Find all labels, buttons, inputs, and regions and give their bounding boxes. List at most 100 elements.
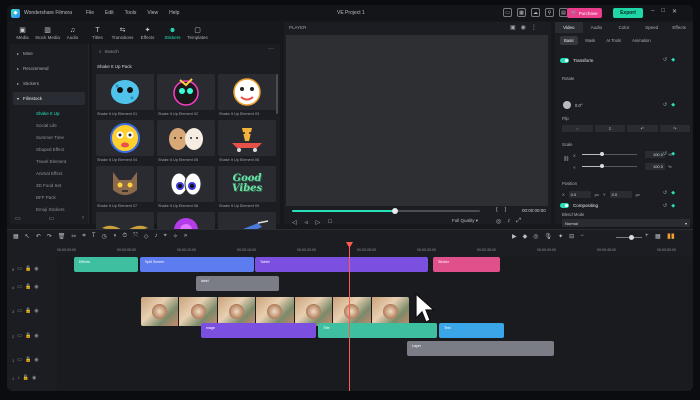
subtab-basic[interactable]: Basic <box>560 36 579 45</box>
playback-scrubber[interactable] <box>292 208 480 214</box>
image-icon[interactable]: ▣ <box>510 24 516 31</box>
scale-y-input[interactable]: 100.0 <box>645 163 665 170</box>
text-icon[interactable]: T <box>92 233 96 240</box>
scrubber-handle[interactable] <box>392 208 399 214</box>
timeline-clip[interactable]: Effects <box>74 257 138 272</box>
link-icon[interactable]: ⛓ <box>563 156 569 162</box>
preview-canvas[interactable] <box>286 35 548 206</box>
rotate-value[interactable]: 0.0° <box>575 103 583 108</box>
eye-icon[interactable]: ◉ <box>32 375 36 381</box>
sticker-item[interactable]: Good Vibes Shake It Up Element 09 <box>218 166 276 212</box>
mic-icon[interactable]: 🎙 <box>545 233 553 240</box>
tab-media[interactable]: ▣ Media <box>10 22 35 42</box>
sidebar-subitem-shake-it-up[interactable]: Shake It Up <box>10 107 88 119</box>
export-button[interactable]: Export <box>613 8 643 18</box>
reset-icon[interactable]: ↺ <box>663 57 667 63</box>
sidebar-subitem-animal-effect[interactable]: Animal Effect <box>10 167 88 179</box>
video-clip[interactable] <box>141 297 409 326</box>
eye-icon[interactable]: ◉ <box>34 284 38 290</box>
collapse-icon[interactable]: ‹ <box>82 215 84 221</box>
duration-icon[interactable]: ⏱ <box>122 233 127 240</box>
delete-icon[interactable]: 🗑 <box>58 233 66 240</box>
timeline-clip[interactable]: mage <box>201 323 316 338</box>
sidebar-item-recommend[interactable]: ▸ Recommend <box>13 62 85 75</box>
transform-toggle[interactable] <box>560 58 569 63</box>
reset-icon[interactable]: ↺ <box>663 102 667 108</box>
time-ruler[interactable]: 00:00:00:00 00:00:05:00 00:00:10:00 00:00:1… <box>57 245 693 255</box>
sidebar-subitem-bff-pack[interactable]: BFF Pack <box>10 191 88 203</box>
notification-icon[interactable]: ⚲ <box>545 8 554 17</box>
search-input[interactable]: ⌕ Search <box>95 46 267 57</box>
menu-view[interactable]: View <box>147 10 158 16</box>
asset-scrollbar[interactable] <box>276 74 278 114</box>
timeline-clip[interactable]: Title <box>318 323 437 338</box>
ai-icon[interactable]: ✦ <box>558 233 563 240</box>
sticker-item[interactable]: Shake It Up Element 04 <box>96 120 154 166</box>
audio-level-icon[interactable]: ▮▮ <box>667 232 675 240</box>
reset-icon[interactable]: ↺ <box>663 203 667 209</box>
lock-icon[interactable]: 🔓 <box>25 357 31 363</box>
scale-y-slider[interactable] <box>582 164 637 168</box>
split-icon[interactable]: ⊟ <box>569 233 574 240</box>
speed-icon[interactable]: ◷ <box>101 233 106 240</box>
tab-audio[interactable]: Audio <box>583 22 611 33</box>
mark-out-icon[interactable]: } <box>505 207 507 213</box>
sidebar-subitem-summer-time[interactable]: Summer Time <box>10 131 88 143</box>
sticker-item[interactable]: Shake It Up Element 02 <box>157 74 215 120</box>
rotate-dial[interactable] <box>563 101 571 109</box>
maximize-icon[interactable]: □ <box>661 8 665 15</box>
fit-icon[interactable]: ⤧ <box>133 233 138 240</box>
redo-icon[interactable]: ↷ <box>47 233 52 240</box>
ai-tool-icon[interactable]: ✧ <box>173 233 178 240</box>
timeline-clip[interactable]: Layer <box>407 341 554 356</box>
sticker-item[interactable]: Shake It Up Element 07 <box>96 166 154 212</box>
tab-audio[interactable]: ♫ Audio <box>60 22 85 42</box>
timeline-clip[interactable]: Text <box>439 323 504 338</box>
sticker-item[interactable]: Shake It Up Element 01 <box>96 74 154 120</box>
subtab-animation[interactable]: Animation <box>628 36 655 45</box>
timeline-clip[interactable]: Sticker <box>433 257 500 272</box>
sidebar-subitem-3d-food-set[interactable]: 3D Food Set <box>10 179 88 191</box>
audio-tool-icon[interactable]: ♪ <box>154 233 157 240</box>
tab-titles[interactable]: T Titles <box>85 22 110 42</box>
crop-icon[interactable]: ⌗ <box>82 233 85 240</box>
rotate-right-icon[interactable]: ↷ <box>659 125 690 132</box>
tab-stock-media[interactable]: ▥ Stock Media <box>35 22 60 42</box>
folder-icon[interactable]: ▭ <box>49 215 55 222</box>
sidebar-item-filmstock[interactable]: ▾ Filmstock <box>13 92 85 105</box>
timeline-clip[interactable]: Split Screen <box>140 257 254 272</box>
play-icon[interactable]: ▷ <box>316 219 321 226</box>
mark-in-icon[interactable]: { <box>496 207 498 213</box>
tab-templates[interactable]: ▢ Templates <box>185 22 210 42</box>
rotate-left-icon[interactable]: ↶ <box>627 125 658 132</box>
step-back-icon[interactable]: ◃ <box>305 219 308 226</box>
menu-edit[interactable]: Edit <box>105 10 114 16</box>
compositing-toggle[interactable] <box>560 203 569 208</box>
audio-meter-icon[interactable]: ♪ <box>507 218 510 225</box>
blend-mode-select[interactable]: Normal ▾ <box>562 219 690 227</box>
keyframe-icon[interactable]: ◆ <box>671 190 675 196</box>
eye-icon[interactable]: ◉ <box>34 333 38 339</box>
fullscreen-icon[interactable]: ⤢ <box>516 218 521 225</box>
sticker-item[interactable]: Shake It Up Element 08 <box>157 166 215 212</box>
lock-icon[interactable]: 🔓 <box>25 266 31 272</box>
stop-icon[interactable]: □ <box>328 219 332 226</box>
cut-icon[interactable]: ✂ <box>71 233 76 240</box>
reset-icon[interactable]: ↺ <box>663 151 667 157</box>
menu-file[interactable]: File <box>86 10 94 16</box>
sidebar-subitem-social-life[interactable]: Social Life <box>10 119 88 131</box>
lock-icon[interactable]: 🔓 <box>25 284 31 290</box>
scale-x-input[interactable]: 100.0 <box>645 151 665 158</box>
playhead[interactable] <box>349 245 350 391</box>
eye-icon[interactable]: ◉ <box>34 308 38 314</box>
eye-icon[interactable]: ◉ <box>521 24 526 31</box>
keyframe-tool-icon[interactable]: ◇ <box>144 233 149 240</box>
pos-y-input[interactable]: 0.0 <box>609 191 632 198</box>
keyframe-icon[interactable]: ◆ <box>671 151 675 157</box>
cloud-icon[interactable]: ☁ <box>531 8 540 17</box>
zoom-out-icon[interactable]: − <box>580 233 584 240</box>
tab-video[interactable]: Video <box>555 22 583 33</box>
stabilize-icon[interactable]: ⌖ <box>163 233 166 240</box>
sticker-item[interactable]: Shake It Up Element 05 <box>157 120 215 166</box>
sticker-item[interactable]: Shake It Up Element 06 <box>218 120 276 166</box>
